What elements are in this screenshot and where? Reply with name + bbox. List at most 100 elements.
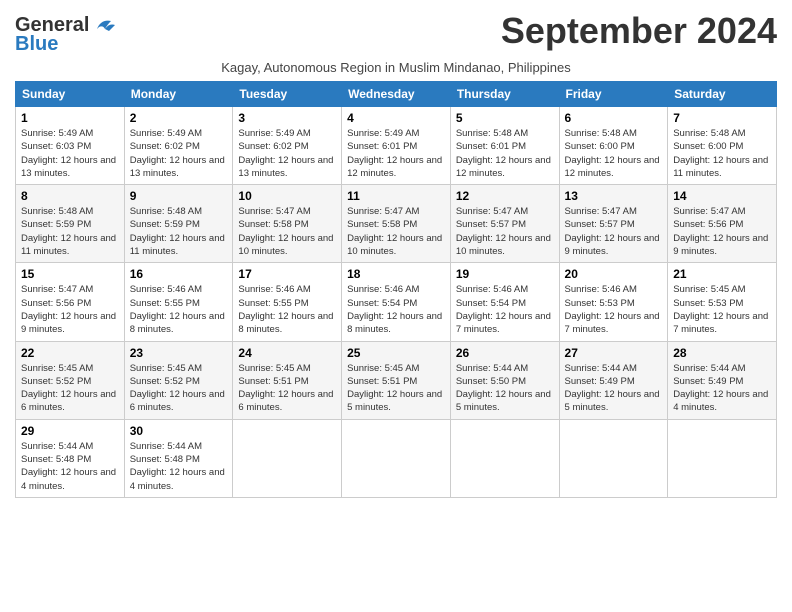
- empty-cell: [233, 419, 342, 497]
- day-number: 19: [456, 267, 554, 281]
- table-row: 4 Sunrise: 5:49 AMSunset: 6:01 PMDayligh…: [342, 107, 451, 185]
- day-number: 26: [456, 346, 554, 360]
- logo-blue: Blue: [15, 33, 58, 56]
- table-row: 14 Sunrise: 5:47 AMSunset: 5:56 PMDaylig…: [668, 185, 777, 263]
- day-info: Sunrise: 5:48 AMSunset: 6:00 PMDaylight:…: [673, 127, 771, 180]
- table-row: 25 Sunrise: 5:45 AMSunset: 5:51 PMDaylig…: [342, 341, 451, 419]
- header-wednesday: Wednesday: [342, 82, 451, 107]
- day-info: Sunrise: 5:49 AMSunset: 6:02 PMDaylight:…: [130, 127, 228, 180]
- day-info: Sunrise: 5:46 AMSunset: 5:54 PMDaylight:…: [347, 283, 445, 336]
- empty-cell: [450, 419, 559, 497]
- table-row: 28 Sunrise: 5:44 AMSunset: 5:49 PMDaylig…: [668, 341, 777, 419]
- day-number: 2: [130, 111, 228, 125]
- day-number: 17: [238, 267, 336, 281]
- table-row: 30 Sunrise: 5:44 AMSunset: 5:48 PMDaylig…: [124, 419, 233, 497]
- logo: General Blue: [15, 14, 119, 56]
- day-info: Sunrise: 5:45 AMSunset: 5:52 PMDaylight:…: [130, 362, 228, 415]
- table-row: 16 Sunrise: 5:46 AMSunset: 5:55 PMDaylig…: [124, 263, 233, 341]
- table-row: 19 Sunrise: 5:46 AMSunset: 5:54 PMDaylig…: [450, 263, 559, 341]
- day-number: 29: [21, 424, 119, 438]
- day-info: Sunrise: 5:46 AMSunset: 5:55 PMDaylight:…: [238, 283, 336, 336]
- table-row: 17 Sunrise: 5:46 AMSunset: 5:55 PMDaylig…: [233, 263, 342, 341]
- day-info: Sunrise: 5:44 AMSunset: 5:49 PMDaylight:…: [673, 362, 771, 415]
- calendar-week-row: 22 Sunrise: 5:45 AMSunset: 5:52 PMDaylig…: [16, 341, 777, 419]
- table-row: 5 Sunrise: 5:48 AMSunset: 6:01 PMDayligh…: [450, 107, 559, 185]
- table-row: 8 Sunrise: 5:48 AMSunset: 5:59 PMDayligh…: [16, 185, 125, 263]
- calendar-week-row: 15 Sunrise: 5:47 AMSunset: 5:56 PMDaylig…: [16, 263, 777, 341]
- page-header: General Blue September 2024: [15, 10, 777, 56]
- header-tuesday: Tuesday: [233, 82, 342, 107]
- day-info: Sunrise: 5:48 AMSunset: 5:59 PMDaylight:…: [21, 205, 119, 258]
- table-row: 21 Sunrise: 5:45 AMSunset: 5:53 PMDaylig…: [668, 263, 777, 341]
- day-number: 7: [673, 111, 771, 125]
- day-info: Sunrise: 5:44 AMSunset: 5:48 PMDaylight:…: [21, 440, 119, 493]
- table-row: 11 Sunrise: 5:47 AMSunset: 5:58 PMDaylig…: [342, 185, 451, 263]
- table-row: 20 Sunrise: 5:46 AMSunset: 5:53 PMDaylig…: [559, 263, 668, 341]
- day-number: 8: [21, 189, 119, 203]
- day-number: 13: [565, 189, 663, 203]
- day-info: Sunrise: 5:47 AMSunset: 5:58 PMDaylight:…: [238, 205, 336, 258]
- day-info: Sunrise: 5:44 AMSunset: 5:49 PMDaylight:…: [565, 362, 663, 415]
- day-info: Sunrise: 5:45 AMSunset: 5:51 PMDaylight:…: [238, 362, 336, 415]
- day-info: Sunrise: 5:48 AMSunset: 5:59 PMDaylight:…: [130, 205, 228, 258]
- day-info: Sunrise: 5:45 AMSunset: 5:52 PMDaylight:…: [21, 362, 119, 415]
- day-info: Sunrise: 5:47 AMSunset: 5:58 PMDaylight:…: [347, 205, 445, 258]
- table-row: 7 Sunrise: 5:48 AMSunset: 6:00 PMDayligh…: [668, 107, 777, 185]
- table-row: 22 Sunrise: 5:45 AMSunset: 5:52 PMDaylig…: [16, 341, 125, 419]
- day-number: 12: [456, 189, 554, 203]
- table-row: 3 Sunrise: 5:49 AMSunset: 6:02 PMDayligh…: [233, 107, 342, 185]
- day-number: 18: [347, 267, 445, 281]
- weekday-header-row: Sunday Monday Tuesday Wednesday Thursday…: [16, 82, 777, 107]
- day-number: 16: [130, 267, 228, 281]
- table-row: 12 Sunrise: 5:47 AMSunset: 5:57 PMDaylig…: [450, 185, 559, 263]
- table-row: 24 Sunrise: 5:45 AMSunset: 5:51 PMDaylig…: [233, 341, 342, 419]
- table-row: 15 Sunrise: 5:47 AMSunset: 5:56 PMDaylig…: [16, 263, 125, 341]
- day-info: Sunrise: 5:49 AMSunset: 6:02 PMDaylight:…: [238, 127, 336, 180]
- day-info: Sunrise: 5:48 AMSunset: 6:01 PMDaylight:…: [456, 127, 554, 180]
- day-number: 21: [673, 267, 771, 281]
- day-number: 23: [130, 346, 228, 360]
- day-number: 10: [238, 189, 336, 203]
- day-info: Sunrise: 5:49 AMSunset: 6:01 PMDaylight:…: [347, 127, 445, 180]
- day-info: Sunrise: 5:45 AMSunset: 5:53 PMDaylight:…: [673, 283, 771, 336]
- table-row: 2 Sunrise: 5:49 AMSunset: 6:02 PMDayligh…: [124, 107, 233, 185]
- table-row: 6 Sunrise: 5:48 AMSunset: 6:00 PMDayligh…: [559, 107, 668, 185]
- day-number: 14: [673, 189, 771, 203]
- calendar-week-row: 8 Sunrise: 5:48 AMSunset: 5:59 PMDayligh…: [16, 185, 777, 263]
- table-row: 13 Sunrise: 5:47 AMSunset: 5:57 PMDaylig…: [559, 185, 668, 263]
- day-info: Sunrise: 5:47 AMSunset: 5:56 PMDaylight:…: [673, 205, 771, 258]
- day-info: Sunrise: 5:46 AMSunset: 5:54 PMDaylight:…: [456, 283, 554, 336]
- header-monday: Monday: [124, 82, 233, 107]
- table-row: 29 Sunrise: 5:44 AMSunset: 5:48 PMDaylig…: [16, 419, 125, 497]
- logo-bird-icon: [91, 15, 119, 37]
- day-info: Sunrise: 5:44 AMSunset: 5:50 PMDaylight:…: [456, 362, 554, 415]
- subtitle: Kagay, Autonomous Region in Muslim Minda…: [15, 60, 777, 75]
- table-row: 10 Sunrise: 5:47 AMSunset: 5:58 PMDaylig…: [233, 185, 342, 263]
- table-row: 9 Sunrise: 5:48 AMSunset: 5:59 PMDayligh…: [124, 185, 233, 263]
- day-info: Sunrise: 5:44 AMSunset: 5:48 PMDaylight:…: [130, 440, 228, 493]
- day-number: 22: [21, 346, 119, 360]
- day-number: 9: [130, 189, 228, 203]
- header-saturday: Saturday: [668, 82, 777, 107]
- day-number: 3: [238, 111, 336, 125]
- day-number: 30: [130, 424, 228, 438]
- table-row: 1 Sunrise: 5:49 AMSunset: 6:03 PMDayligh…: [16, 107, 125, 185]
- calendar-week-row: 1 Sunrise: 5:49 AMSunset: 6:03 PMDayligh…: [16, 107, 777, 185]
- day-number: 24: [238, 346, 336, 360]
- day-number: 6: [565, 111, 663, 125]
- day-number: 4: [347, 111, 445, 125]
- day-info: Sunrise: 5:47 AMSunset: 5:57 PMDaylight:…: [456, 205, 554, 258]
- day-number: 25: [347, 346, 445, 360]
- day-info: Sunrise: 5:45 AMSunset: 5:51 PMDaylight:…: [347, 362, 445, 415]
- day-info: Sunrise: 5:48 AMSunset: 6:00 PMDaylight:…: [565, 127, 663, 180]
- empty-cell: [342, 419, 451, 497]
- day-info: Sunrise: 5:46 AMSunset: 5:55 PMDaylight:…: [130, 283, 228, 336]
- table-row: 27 Sunrise: 5:44 AMSunset: 5:49 PMDaylig…: [559, 341, 668, 419]
- day-number: 28: [673, 346, 771, 360]
- header-friday: Friday: [559, 82, 668, 107]
- header-thursday: Thursday: [450, 82, 559, 107]
- day-number: 11: [347, 189, 445, 203]
- day-number: 5: [456, 111, 554, 125]
- calendar-week-row: 29 Sunrise: 5:44 AMSunset: 5:48 PMDaylig…: [16, 419, 777, 497]
- day-number: 15: [21, 267, 119, 281]
